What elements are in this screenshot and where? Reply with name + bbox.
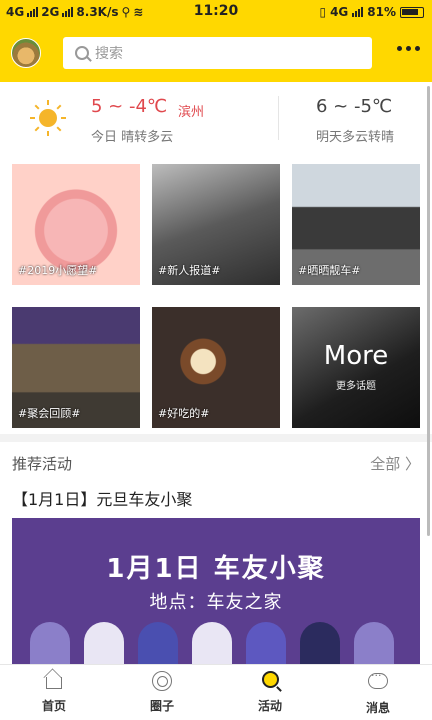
view-all-link[interactable]: 全部 〉: [370, 453, 420, 474]
city-name: 滨州: [178, 105, 205, 120]
event-banner[interactable]: 1月1日 车友小聚 地点：车友之家: [12, 518, 420, 664]
today-description: 今日 晴转多云: [91, 130, 174, 145]
topic-label: #2019小愿望#: [18, 264, 98, 277]
section-title: 推荐活动: [12, 455, 73, 473]
topic-tile[interactable]: #晒晒靓车#: [292, 164, 420, 285]
nav-label: 首页: [41, 699, 66, 713]
top-header: 搜索: [0, 26, 432, 82]
nav-label: 消息: [365, 701, 390, 715]
today-temperature: 5 ~ -4℃: [91, 96, 168, 117]
bottom-navigation: 首页 圈子 活动 消息: [0, 664, 432, 720]
battery-icon: [400, 6, 424, 18]
nav-home[interactable]: 首页: [24, 671, 84, 714]
weather-divider: [278, 96, 279, 140]
topic-label: #聚会回顾#: [18, 407, 81, 420]
topic-tile[interactable]: #好吃的#: [152, 307, 280, 428]
topic-label: #好吃的#: [158, 407, 210, 420]
signal-icon-3: [352, 7, 364, 17]
network-type-3: 4G: [330, 5, 349, 19]
circle-icon: [152, 671, 172, 691]
vibrate-icon: ▯: [319, 5, 327, 19]
tomorrow-description: 明天多云转晴: [316, 130, 395, 145]
sunny-icon: [30, 100, 66, 136]
topic-label: #晒晒靓车#: [298, 264, 361, 277]
event-title[interactable]: 【1月1日】元旦车友小聚: [12, 486, 192, 510]
more-topics-title: More: [323, 341, 389, 371]
nav-circle[interactable]: 圈子: [132, 671, 192, 714]
status-right: ▯ 4G 81%: [319, 5, 424, 19]
recommended-section: 推荐活动 全部 〉 【1月1日】元旦车友小聚 1月1日 车友小聚 地点：车友之家: [0, 442, 432, 664]
more-menu-button[interactable]: [397, 46, 420, 51]
dot-icon: [397, 46, 402, 51]
nav-messages[interactable]: 消息: [348, 669, 408, 716]
topic-label: #新人报道#: [158, 264, 221, 277]
topic-tile[interactable]: #2019小愿望#: [12, 164, 140, 285]
nav-label: 圈子: [149, 699, 174, 713]
search-icon: [75, 46, 89, 60]
home-icon: [46, 677, 62, 689]
search-placeholder: 搜索: [95, 46, 123, 62]
topic-tile[interactable]: #新人报道#: [152, 164, 280, 285]
dot-icon: [406, 46, 411, 51]
nav-label: 活动: [257, 699, 282, 713]
app-screen: 4G 2G 8.3K/s ⚲ ≋ 11:20 ▯ 4G 81% 搜索 5 ~ -…: [0, 0, 432, 720]
topic-tile[interactable]: #聚会回顾#: [12, 307, 140, 428]
more-topics-subtitle: 更多话题: [336, 381, 376, 392]
crowd-illustration: [30, 604, 402, 664]
search-bar[interactable]: 搜索: [63, 37, 372, 69]
nav-activity[interactable]: 活动: [240, 671, 300, 714]
user-avatar[interactable]: [11, 38, 41, 68]
dot-icon: [415, 46, 420, 51]
status-bar: 4G 2G 8.3K/s ⚲ ≋ 11:20 ▯ 4G 81%: [0, 0, 432, 26]
topics-grid: #2019小愿望# #新人报道# #晒晒靓车# #聚会回顾# #好吃的# Mor…: [0, 154, 432, 434]
more-topics-tile[interactable]: More 更多话题: [292, 307, 420, 428]
scrollbar[interactable]: [427, 86, 430, 536]
banner-title: 1月1日 车友小聚: [106, 554, 326, 584]
message-icon: [368, 669, 388, 689]
weather-card[interactable]: 5 ~ -4℃ 滨州 今日 晴转多云 6 ~ -5℃ 明天多云转晴: [0, 82, 432, 154]
tomorrow-temperature: 6 ~ -5℃: [316, 96, 393, 117]
battery-percent: 81%: [367, 5, 396, 19]
activity-icon: [261, 671, 279, 688]
